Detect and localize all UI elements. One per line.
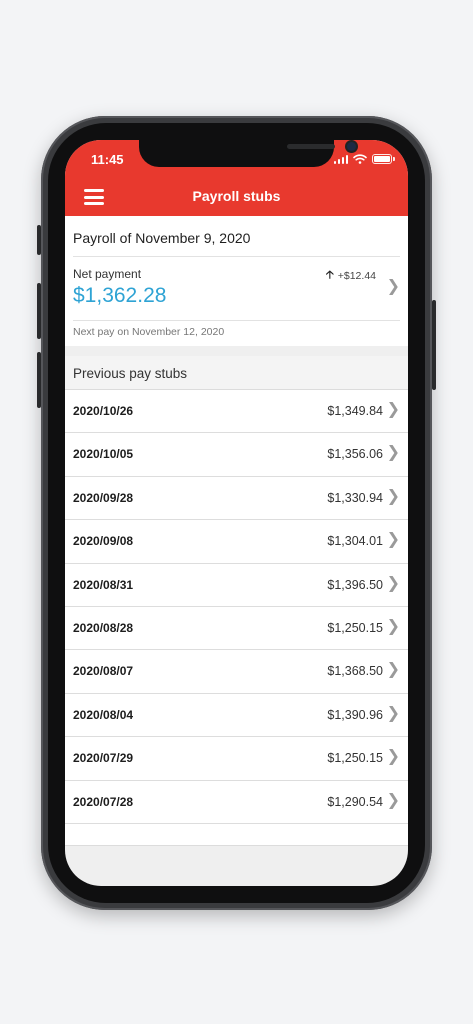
camera-icon (347, 142, 356, 151)
pay-stub-date: 2020/09/08 (73, 534, 134, 549)
pay-stub-row[interactable]: 2020/07/28 $1,290.54 ❯ (65, 781, 408, 824)
pay-stub-date: 2020/08/07 (73, 664, 134, 679)
chevron-right-icon: ❯ (386, 704, 400, 722)
pay-stub-row[interactable]: 2020/09/08 $1,304.01 ❯ (65, 520, 408, 564)
battery-icon (372, 154, 395, 164)
pay-stub-row[interactable]: 2020/10/26 $1,349.84 ❯ (65, 390, 408, 434)
nav-bar: 11:45 Payroll stubs (65, 140, 408, 216)
pay-stub-amount: $1,304.01 (327, 534, 383, 549)
content: Payroll of November 9, 2020 Net payment … (65, 216, 408, 886)
pay-stub-amount: $1,250.15 (327, 620, 383, 635)
chevron-right-icon: ❯ (386, 748, 400, 766)
pay-stub-date: 2020/07/28 (73, 794, 134, 809)
pay-stub-row[interactable]: 2020/08/28 $1,250.15 ❯ (65, 607, 408, 651)
chevron-right-icon: ❯ (386, 278, 400, 295)
pay-stub-date: 2020/10/26 (73, 404, 134, 418)
pay-stub-row[interactable]: 2020/08/04 $1,390.96 ❯ (65, 694, 408, 738)
speaker-grille (287, 144, 335, 149)
pay-stub-date: 2020/10/05 (73, 447, 134, 462)
pay-stub-row[interactable]: 2020/10/05 $1,356.06 ❯ (65, 433, 408, 477)
chevron-right-icon: ❯ (386, 617, 400, 635)
net-payment-label: Net payment (73, 267, 142, 281)
pay-stub-amount: $1,390.96 (327, 707, 383, 722)
pay-stub-date: 2020/08/04 (73, 707, 134, 722)
pay-stub-row[interactable]: 2020/09/28 $1,330.94 ❯ (65, 477, 408, 521)
pay-stub-amount: $1,330.94 (327, 490, 383, 505)
payment-change: 🡡 +$12.44 (326, 266, 376, 285)
list-end-spacer (65, 823, 408, 846)
chevron-right-icon: ❯ (386, 444, 400, 462)
pay-stub-amount: $1,250.15 (327, 751, 383, 766)
pay-stub-row[interactable]: 2020/08/31 $1,396.50 ❯ (65, 564, 408, 607)
app-screen: 11:45 Payroll stubs Payroll of November … (65, 140, 408, 886)
wifi-icon (353, 154, 367, 164)
net-payment-row[interactable]: Net payment $1,362.28 🡡 +$12.44 ❯ Next p… (65, 256, 408, 346)
current-payroll-card: Payroll of November 9, 2020 Net payment … (65, 216, 408, 346)
power-button (432, 300, 436, 390)
status-icons (333, 154, 395, 164)
status-time: 11:45 (91, 152, 124, 167)
pay-stub-list: 2020/10/26 $1,349.84 ❯ 2020/10/05 $1,356.06 ❯… (65, 390, 408, 846)
pay-stub-amount: $1,290.54 (327, 794, 383, 809)
chevron-right-icon: ❯ (386, 487, 400, 505)
signal-icon (333, 154, 348, 164)
section-header: Previous pay stubs (65, 356, 408, 390)
notch (139, 140, 356, 167)
next-pay-text: Next pay on November 12, 2020 (73, 326, 225, 338)
pay-stub-amount: $1,396.50 (327, 577, 383, 592)
pay-stub-date: 2020/07/29 (73, 751, 134, 766)
chevron-right-icon: ❯ (386, 661, 400, 679)
pay-stub-amount: $1,349.84 (327, 404, 383, 418)
chevron-right-icon: ❯ (386, 791, 400, 809)
arrow-up-icon: 🡡 (325, 269, 334, 281)
page-title: Payroll stubs (192, 188, 281, 204)
pay-stub-date: 2020/08/31 (73, 577, 134, 592)
pay-stub-date: 2020/08/28 (73, 620, 134, 635)
payment-change-value: +$12.44 (337, 269, 376, 282)
pay-stub-amount: $1,356.06 (327, 447, 383, 462)
pay-stub-row[interactable]: 2020/08/07 $1,368.50 ❯ (65, 650, 408, 694)
section-header-label: Previous pay stubs (73, 366, 188, 381)
pay-stub-date: 2020/09/28 (73, 490, 134, 505)
chevron-right-icon: ❯ (386, 401, 400, 418)
pay-stub-amount: $1,368.50 (327, 664, 383, 679)
net-payment-amount: $1,362.28 (73, 284, 167, 307)
pay-stub-row[interactable]: 2020/07/29 $1,250.15 ❯ (65, 737, 408, 781)
payroll-title: Payroll of November 9, 2020 (73, 230, 251, 246)
chevron-right-icon: ❯ (386, 574, 400, 592)
chevron-right-icon: ❯ (386, 531, 400, 549)
divider (73, 320, 400, 321)
